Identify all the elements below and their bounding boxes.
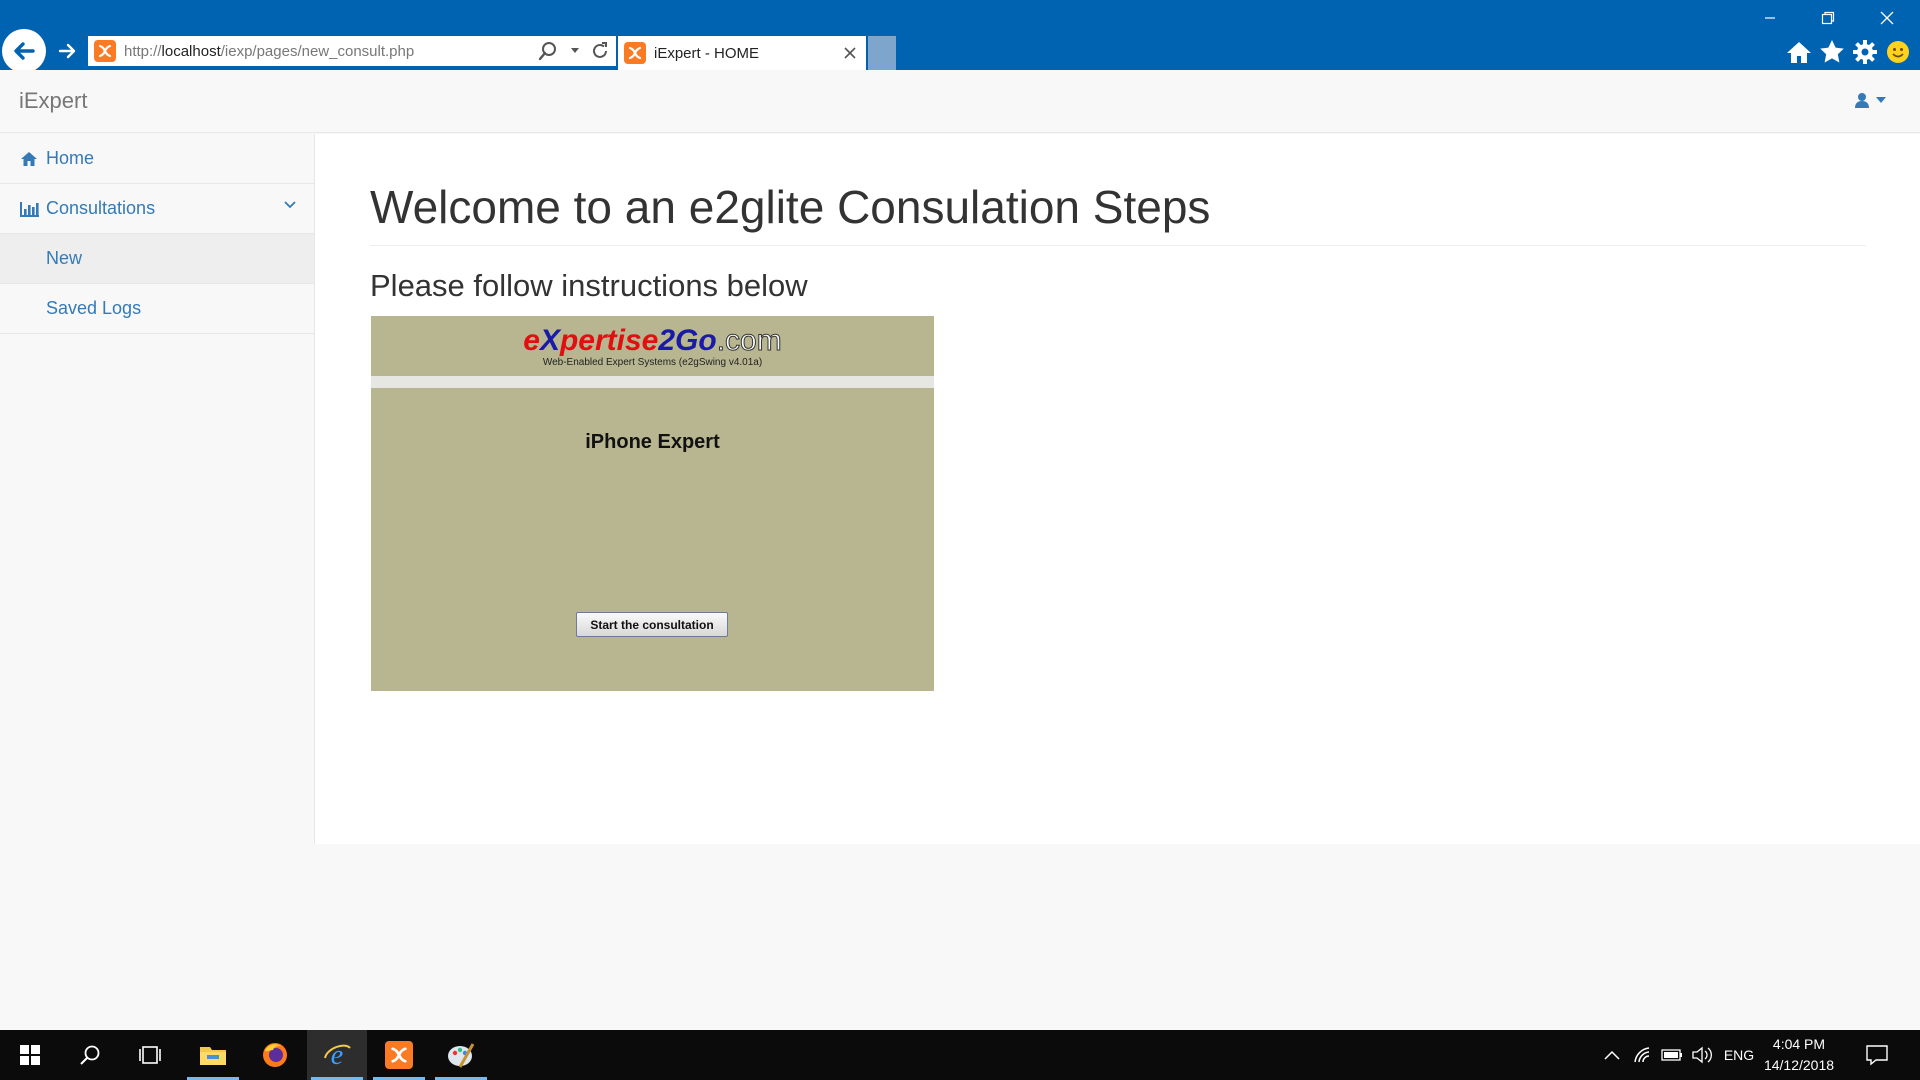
speaker-icon <box>1692 1046 1712 1064</box>
url-path: /iexp/pages/new_consult.php <box>220 42 415 60</box>
forward-button[interactable] <box>52 36 82 66</box>
start-consultation-button[interactable]: Start the consultation <box>576 612 728 637</box>
home-icon <box>1787 42 1811 63</box>
task-view-button[interactable] <box>120 1030 180 1080</box>
caret-down-icon <box>1876 97 1886 103</box>
browser-chrome: http://localhost/iexp/pages/new_consult.… <box>0 0 1920 73</box>
user-icon <box>1855 93 1869 108</box>
firefox-icon <box>263 1043 287 1067</box>
back-icon <box>14 42 35 60</box>
taskbar: e ENG 4:04 PM 14/12/2018 <box>0 1030 1920 1080</box>
xampp-icon <box>94 40 116 62</box>
sidebar-subitem-saved-logs[interactable]: Saved Logs <box>0 284 314 334</box>
chevron-down-icon <box>284 201 296 209</box>
chevron-up-icon <box>1604 1050 1620 1060</box>
url-text[interactable]: http://localhost/iexp/pages/new_consult.… <box>124 43 538 60</box>
sidebar-item-label: Consultations <box>46 198 156 218</box>
tray-overflow-button[interactable] <box>1602 1043 1622 1067</box>
logo-subtitle: Web-Enabled Expert Systems (e2gSwing v4.… <box>542 357 763 368</box>
sidebar-item-label: Home <box>46 148 95 168</box>
search-icon <box>80 1045 100 1065</box>
taskbar-firefox[interactable] <box>245 1030 305 1080</box>
sidebar-item-home[interactable]: Home <box>0 134 314 184</box>
taskbar-xampp[interactable] <box>369 1030 429 1080</box>
taskbar-file-explorer[interactable] <box>183 1030 243 1080</box>
taskbar-search-button[interactable] <box>60 1030 120 1080</box>
window-close-icon <box>1880 11 1894 25</box>
gear-icon <box>1853 40 1877 64</box>
sidebar: Home Consultations New Saved Logs <box>0 134 314 334</box>
task-view-icon <box>139 1046 161 1064</box>
home-button[interactable] <box>1785 38 1813 66</box>
feedback-button[interactable] <box>1884 38 1912 66</box>
page-title: Welcome to an e2glite Consulation Steps <box>370 181 1211 233</box>
page-subtitle: Please follow instructions below <box>370 268 808 303</box>
clock-date: 14/12/2018 <box>1763 1057 1835 1073</box>
network-button[interactable] <box>1632 1043 1654 1067</box>
url-host: localhost <box>161 42 221 60</box>
minimize-button[interactable] <box>1748 4 1792 32</box>
browser-tab[interactable]: iExpert - HOME <box>618 36 866 70</box>
file-explorer-icon <box>200 1047 226 1065</box>
xampp-icon <box>385 1041 413 1069</box>
address-bar[interactable]: http://localhost/iexp/pages/new_consult.… <box>88 36 616 66</box>
new-tab-button[interactable] <box>868 36 896 70</box>
minimize-icon <box>1765 17 1775 19</box>
clock-time: 4:04 PM <box>1772 1036 1826 1052</box>
sidebar-subitem-new[interactable]: New <box>0 234 314 284</box>
user-menu[interactable] <box>1854 92 1886 108</box>
search-icon[interactable] <box>538 41 560 61</box>
wifi-icon <box>1634 1047 1650 1063</box>
start-button[interactable] <box>0 1030 60 1080</box>
expert-title: iPhone Expert <box>585 431 720 453</box>
language-indicator[interactable]: ENG <box>1722 1043 1756 1067</box>
bar-chart-icon <box>20 199 40 219</box>
taskbar-internet-explorer[interactable]: e <box>307 1030 367 1080</box>
dropdown-arrow-icon[interactable] <box>570 47 580 55</box>
volume-button[interactable] <box>1690 1043 1714 1067</box>
expertise2go-logo: eXpertise2Go.com <box>523 324 782 358</box>
paint-icon <box>448 1043 475 1068</box>
star-icon <box>1820 40 1844 63</box>
settings-button[interactable] <box>1851 38 1879 66</box>
brand[interactable]: iExpert <box>19 88 87 114</box>
restore-button[interactable] <box>1806 4 1850 32</box>
svg-text:e: e <box>331 1040 343 1070</box>
clock[interactable]: 4:04 PM 14/12/2018 <box>1760 1034 1838 1076</box>
restore-icon <box>1821 11 1835 25</box>
applet-divider <box>371 376 934 388</box>
refresh-icon[interactable] <box>590 41 610 61</box>
back-button[interactable] <box>2 29 46 73</box>
xampp-tab-icon <box>624 42 646 64</box>
tab-title: iExpert - HOME <box>654 44 760 62</box>
forward-icon <box>58 43 76 59</box>
e2g-applet: eXpertise2Go.com Web-Enabled Expert Syst… <box>371 316 934 691</box>
tab-close-button[interactable] <box>838 41 862 65</box>
page-wrapper: Welcome to an e2glite Consulation Steps … <box>314 134 1920 844</box>
favorites-button[interactable] <box>1818 38 1846 66</box>
home-icon <box>20 149 40 169</box>
smiley-icon <box>1887 41 1909 63</box>
notification-icon <box>1866 1045 1888 1066</box>
windows-start-icon <box>20 1045 40 1065</box>
action-center-button[interactable] <box>1864 1042 1890 1068</box>
url-prefix: http:// <box>124 42 162 60</box>
applet-header: eXpertise2Go.com Web-Enabled Expert Syst… <box>371 316 934 376</box>
close-icon <box>844 47 856 59</box>
taskbar-paint[interactable] <box>431 1030 491 1080</box>
sidebar-item-consultations[interactable]: Consultations <box>0 184 314 234</box>
battery-icon <box>1661 1049 1682 1061</box>
window-close-button[interactable] <box>1865 4 1909 32</box>
internet-explorer-icon: e <box>324 1040 351 1070</box>
title-divider <box>370 245 1866 246</box>
battery-button[interactable] <box>1660 1043 1684 1067</box>
app-navbar: iExpert <box>0 70 1920 133</box>
